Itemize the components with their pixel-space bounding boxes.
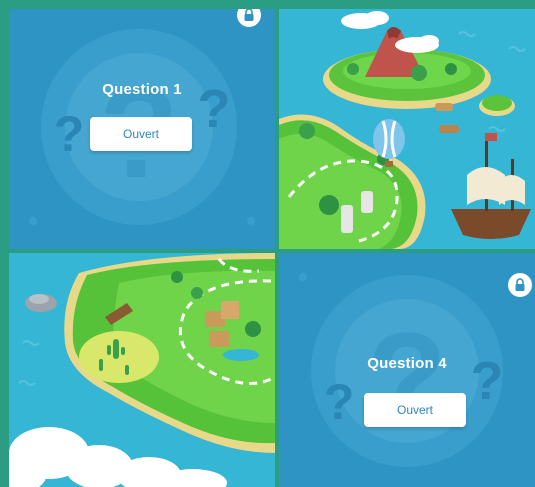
open-button[interactable]: Ouvert xyxy=(90,117,192,151)
question-tile-1[interactable]: ? ? ? Question 1 Ouvert xyxy=(9,9,275,249)
lock-button xyxy=(508,273,532,297)
question-mark-icon: ? xyxy=(367,305,446,451)
pirate-ship-icon xyxy=(451,133,531,239)
open-button[interactable]: Ouvert xyxy=(364,393,466,427)
puzzle-board: ? ? ? Question 1 Ouvert xyxy=(0,0,535,487)
map-scene-cactus-coast xyxy=(9,253,275,487)
map-scene-volcano-island xyxy=(279,11,531,249)
map-tile-2[interactable] xyxy=(279,9,535,249)
lock-icon xyxy=(244,9,254,21)
lock-icon xyxy=(515,278,525,291)
question-mark-icon: ? xyxy=(324,374,355,430)
question-tile-4[interactable]: ? ? ? Question 4 Ouvert xyxy=(279,253,535,487)
question-title: Question 4 xyxy=(367,355,447,372)
map-tile-3[interactable] xyxy=(9,253,275,487)
question-mark-icon: ? xyxy=(54,106,85,162)
question-title: Question 1 xyxy=(102,81,182,98)
